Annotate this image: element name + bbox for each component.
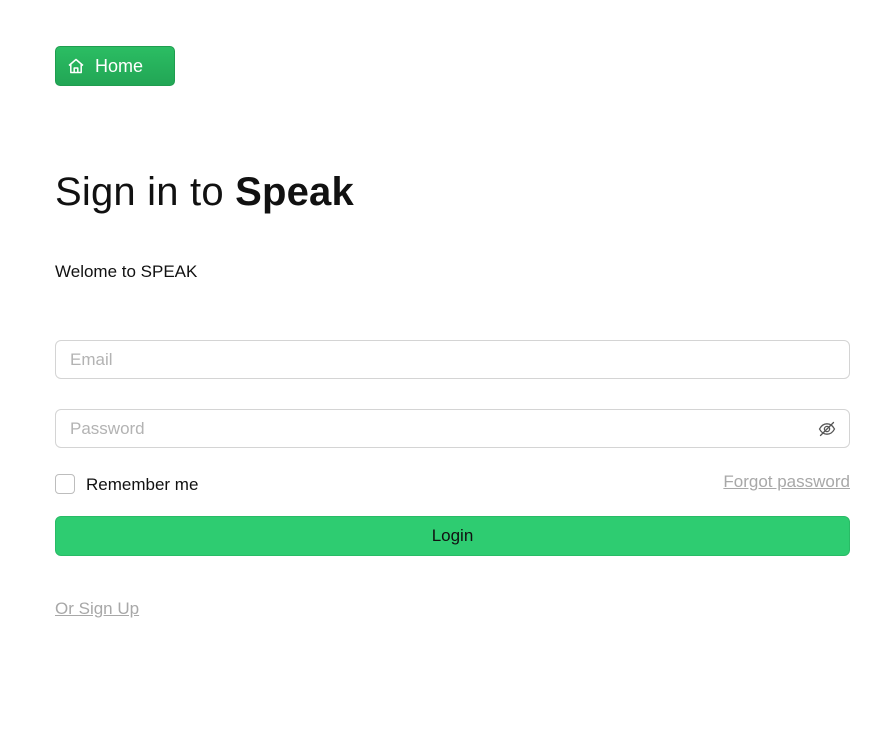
sign-up-link[interactable]: Or Sign Up	[55, 599, 139, 619]
welcome-text: Welome to SPEAK	[55, 262, 198, 281]
password-field	[55, 409, 850, 448]
email-field	[55, 340, 850, 379]
login-button[interactable]: Login	[55, 516, 850, 556]
title-brand: Speak	[235, 170, 354, 214]
remember-me[interactable]: Remember me	[55, 472, 198, 495]
home-button-label: Home	[95, 55, 144, 76]
email-input[interactable]	[56, 341, 849, 378]
password-input[interactable]	[56, 410, 849, 447]
forgot-password-link[interactable]: Forgot password	[723, 472, 850, 492]
home-button[interactable]: Home	[55, 46, 175, 86]
home-icon	[66, 56, 86, 76]
title-prefix: Sign in to	[55, 170, 236, 214]
page-title: Sign in to Speak	[55, 170, 354, 215]
remember-me-label: Remember me	[86, 475, 199, 494]
eye-off-icon[interactable]	[817, 419, 837, 439]
remember-me-checkbox[interactable]	[55, 473, 75, 494]
sign-in-page: Home Sign in to Speak Welome to SPEAK Re…	[0, 0, 895, 751]
